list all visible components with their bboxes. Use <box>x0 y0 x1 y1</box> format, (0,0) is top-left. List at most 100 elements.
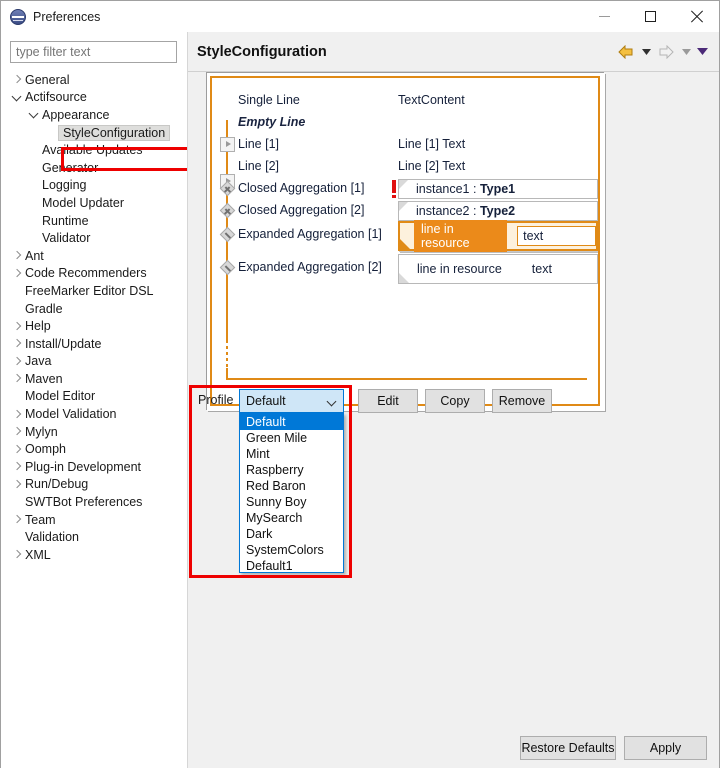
sidebar-item-label: Appearance <box>42 108 113 122</box>
sidebar-item-label: Logging <box>42 178 91 192</box>
apply-button[interactable]: Apply <box>624 736 707 760</box>
profile-option[interactable]: Sunny Boy <box>240 494 343 510</box>
profile-option[interactable]: MySearch <box>240 510 343 526</box>
edit-button[interactable]: Edit <box>358 389 418 413</box>
sidebar-item-label: Plug-in Development <box>25 460 145 474</box>
sidebar-item-label: Runtime <box>42 214 93 228</box>
tree-collapse-plus-icon[interactable] <box>220 203 236 219</box>
profile-combo-dropdown[interactable]: DefaultGreen MileMintRaspberryRed BaronS… <box>239 413 344 573</box>
close-button[interactable] <box>673 1 719 32</box>
sidebar-item-ant[interactable]: Ant <box>1 247 187 265</box>
back-history-chevron-down-icon[interactable] <box>639 41 653 63</box>
sidebar-item-team[interactable]: Team <box>1 511 187 529</box>
chevron-right-icon[interactable] <box>9 406 25 423</box>
chevron-right-icon[interactable] <box>9 265 25 282</box>
sidebar-item-java[interactable]: Java <box>1 353 187 371</box>
copy-button[interactable]: Copy <box>425 389 485 413</box>
profile-option[interactable]: Default <box>240 414 343 430</box>
profile-option[interactable]: SystemColors <box>240 542 343 558</box>
sidebar-item-model-validation[interactable]: Model Validation <box>1 405 187 423</box>
style-preview-composite: Single LineTextContentEmpty LineLine [1]… <box>206 72 604 410</box>
tree-spacer <box>26 177 42 194</box>
chevron-right-icon[interactable] <box>9 318 25 335</box>
navigation-toolbar <box>615 41 709 63</box>
sidebar-item-model-editor[interactable]: Model Editor <box>1 388 187 406</box>
folded-corner-icon <box>399 202 408 211</box>
sidebar-item-available-updates[interactable]: Available Updates <box>1 141 187 159</box>
window-controls <box>581 1 719 32</box>
chevron-right-icon[interactable] <box>9 71 25 88</box>
instance-type: Type1 <box>480 182 515 196</box>
sidebar-item-code-recommenders[interactable]: Code Recommenders <box>1 265 187 283</box>
chevron-right-icon[interactable] <box>9 476 25 493</box>
sidebar-item-generator[interactable]: Generator <box>1 159 187 177</box>
tree-expand-minus-icon[interactable] <box>220 260 236 276</box>
remove-button[interactable]: Remove <box>492 389 552 413</box>
sidebar-item-oomph[interactable]: Oomph <box>1 440 187 458</box>
sidebar-item-appearance[interactable]: Appearance <box>1 106 187 124</box>
style-preview-content[interactable]: Single LineTextContentEmpty LineLine [1]… <box>212 78 598 404</box>
sidebar-item-maven[interactable]: Maven <box>1 370 187 388</box>
tree-spacer <box>9 282 25 299</box>
chevron-down-icon[interactable] <box>26 106 42 123</box>
chevron-right-icon[interactable] <box>9 458 25 475</box>
sidebar-item-xml[interactable]: XML <box>1 546 187 564</box>
tree-line-node-icon[interactable] <box>220 137 235 152</box>
profile-combo[interactable]: Default <box>239 389 344 413</box>
chevron-right-icon[interactable] <box>9 511 25 528</box>
sidebar-item-install-update[interactable]: Install/Update <box>1 335 187 353</box>
view-menu-chevron-down-icon[interactable] <box>695 41 709 63</box>
profile-option[interactable]: Default1 <box>240 558 343 573</box>
sidebar-item-help[interactable]: Help <box>1 317 187 335</box>
chevron-right-icon[interactable] <box>9 546 25 563</box>
instance-box[interactable]: instance1 : Type1 <box>398 179 598 199</box>
maximize-button[interactable] <box>627 1 673 32</box>
sidebar-item-gradle[interactable]: Gradle <box>1 300 187 318</box>
close-icon <box>690 10 703 23</box>
sidebar-item-run-debug[interactable]: Run/Debug <box>1 476 187 494</box>
filter-input[interactable] <box>10 41 177 63</box>
profile-option[interactable]: Mint <box>240 446 343 462</box>
sidebar-item-plug-in-development[interactable]: Plug-in Development <box>1 458 187 476</box>
profile-option[interactable]: Raspberry <box>240 462 343 478</box>
resource-line-label: line in resource <box>414 220 507 252</box>
sidebar-item-label: Model Editor <box>25 389 99 403</box>
profile-option[interactable]: Green Mile <box>240 430 343 446</box>
chevron-right-icon[interactable] <box>9 335 25 352</box>
profile-option[interactable]: Dark <box>240 526 343 542</box>
sidebar-item-label: Actifsource <box>25 90 91 104</box>
preferences-tree[interactable]: GeneralActifsource Appearance StyleConfigu… <box>1 71 187 761</box>
chevron-right-icon[interactable] <box>9 370 25 387</box>
minimize-button[interactable] <box>581 1 627 32</box>
sidebar-item-freemarker-editor-dsl[interactable]: FreeMarker Editor DSL <box>1 282 187 300</box>
sidebar-item-label: Validator <box>42 231 94 245</box>
chevron-right-icon[interactable] <box>9 247 25 264</box>
sidebar-item-logging[interactable]: Logging <box>1 177 187 195</box>
profile-option[interactable]: Red Baron <box>240 478 343 494</box>
expanded-aggregation-box[interactable]: line in resource text <box>398 221 598 251</box>
chevron-right-icon[interactable] <box>9 353 25 370</box>
expanded-aggregation-box[interactable]: line in resourcetext <box>398 254 598 284</box>
sidebar-item-runtime[interactable]: Runtime <box>1 212 187 230</box>
chevron-right-icon[interactable] <box>9 441 25 458</box>
sidebar-item-validator[interactable]: Validator <box>1 229 187 247</box>
diamond-bar <box>225 265 231 271</box>
sidebar-item-model-updater[interactable]: Model Updater <box>1 194 187 212</box>
maximize-icon <box>645 11 656 22</box>
restore-defaults-button[interactable]: Restore Defaults <box>520 736 616 760</box>
sidebar-item-general[interactable]: General <box>1 71 187 89</box>
tree-expand-minus-icon[interactable] <box>220 227 236 243</box>
instance-box[interactable]: instance2 : Type2 <box>398 201 598 221</box>
sidebar-item-mylyn[interactable]: Mylyn <box>1 423 187 441</box>
sidebar-item-swtbot-preferences[interactable]: SWTBot Preferences <box>1 493 187 511</box>
sidebar-item-styleconfiguration[interactable]: StyleConfiguration <box>1 124 187 142</box>
chevron-right-icon[interactable] <box>9 423 25 440</box>
chevron-down-icon[interactable] <box>9 89 25 106</box>
tree-spacer <box>26 159 42 176</box>
instance-separator: : <box>470 182 480 196</box>
resource-text-input[interactable]: text <box>517 226 596 246</box>
sidebar-item-validation[interactable]: Validation <box>1 528 187 546</box>
tree-spacer <box>9 300 25 317</box>
sidebar-item-actifsource[interactable]: Actifsource <box>1 89 187 107</box>
back-arrow-icon[interactable] <box>615 41 637 63</box>
